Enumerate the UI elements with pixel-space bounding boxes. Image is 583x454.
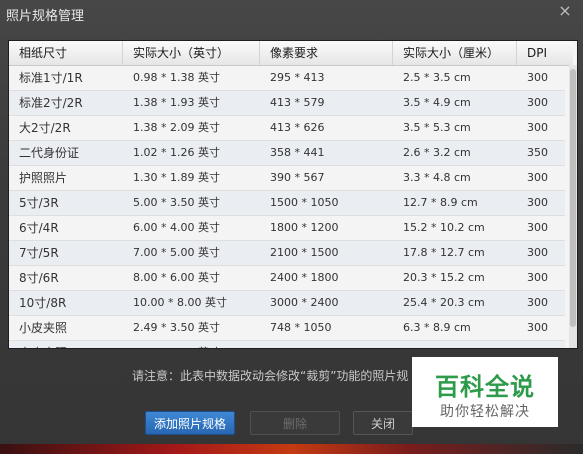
cell-paper-size: 大2寸/2R [19, 121, 71, 135]
cell-size-inch: 10.00 * 8.00 英寸 [133, 296, 227, 309]
cell-size-cm: 17.8 * 12.7 cm [403, 246, 485, 259]
cell-size-inch: 1.02 * 1.26 英寸 [133, 146, 220, 159]
cell-pixels: 2400 * 1800 [270, 271, 339, 284]
title-bar[interactable]: 照片规格管理 × [0, 0, 583, 30]
cell-pixels: 898 * 1200 [260, 341, 393, 348]
column-header-paper-size[interactable]: 相纸尺寸 [9, 41, 123, 65]
cell-dpi: 300 [527, 121, 548, 134]
table-row[interactable]: 5寸/3R 5.00 * 3.50 英寸 1500 * 1050 12.7 * 8.9… [9, 191, 565, 216]
cell-paper-size: 7寸/5R [19, 246, 59, 260]
cell-pixels: 748 * 1050 [270, 321, 332, 334]
vertical-scrollbar[interactable] [569, 65, 577, 348]
cell-dpi: 300 [527, 296, 548, 309]
cell-size-cm: 25.4 * 20.3 cm [403, 296, 485, 309]
cell-size-cm: 3.5 * 4.9 cm [403, 96, 471, 109]
delete-button[interactable]: 删除 [250, 411, 340, 435]
table-row[interactable]: 10寸/8R 10.00 * 8.00 英寸 3000 * 2400 25.4 * 2… [9, 291, 565, 316]
cell-size-inch: 2.99 * 4.00 英寸 [123, 341, 260, 348]
cell-size-inch: 1.30 * 1.89 英寸 [133, 171, 220, 184]
cell-dpi: 300 [517, 341, 565, 348]
watermark-logo: 百科全说 助你轻松解决 [412, 357, 558, 427]
cell-pixels: 390 * 567 [270, 171, 325, 184]
cell-size-inch: 7.00 * 5.00 英寸 [133, 246, 220, 259]
cell-paper-size: 标准1寸/1R [19, 71, 83, 85]
cell-dpi: 300 [527, 321, 548, 334]
photo-spec-dialog: 照片规格管理 × 相纸尺寸 实际大小（英寸） 像素要求 实际大小（厘米） DPI… [0, 0, 583, 454]
cell-size-inch: 0.98 * 1.38 英寸 [133, 71, 220, 84]
cell-pixels: 2100 * 1500 [270, 246, 339, 259]
column-header-size-cm[interactable]: 实际大小（厘米） [393, 41, 517, 65]
cell-size-inch: 8.00 * 6.00 英寸 [133, 271, 220, 284]
table-row[interactable]: 二代身份证 1.02 * 1.26 英寸 358 * 441 2.6 * 3.2 cm… [9, 141, 565, 166]
cell-paper-size: 标准2寸/2R [19, 96, 83, 110]
cell-size-inch: 1.38 * 2.09 英寸 [133, 121, 220, 134]
cell-size-cm: 15.2 * 10.2 cm [403, 221, 485, 234]
cell-paper-size: 二代身份证 [19, 146, 80, 160]
watermark-main-text: 百科全说 [435, 373, 535, 401]
table-row[interactable]: 6寸/4R 6.00 * 4.00 英寸 1800 * 1200 15.2 * 10.… [9, 216, 565, 241]
column-header-dpi[interactable]: DPI [517, 41, 565, 65]
cell-pixels: 1500 * 1050 [270, 196, 339, 209]
background-image-strip [0, 444, 583, 454]
cell-dpi: 300 [527, 96, 548, 109]
cell-size-inch: 2.49 * 3.50 英寸 [133, 321, 220, 334]
table-row[interactable]: 标准2寸/2R 1.38 * 1.93 英寸 413 * 579 3.5 * 4.9 … [9, 91, 565, 116]
table-row[interactable]: 大皮夹照2.99 * 4.00 英寸898 * 12007.6 * 10.2 c… [9, 341, 565, 348]
close-icon[interactable]: × [557, 3, 573, 19]
scrollbar-thumb[interactable] [570, 69, 576, 327]
cell-paper-size: 6寸/4R [19, 221, 59, 235]
cell-size-cm: 2.5 * 3.5 cm [403, 71, 471, 84]
cell-dpi: 300 [527, 171, 548, 184]
column-header-size-inch[interactable]: 实际大小（英寸） [123, 41, 260, 65]
cell-dpi: 350 [527, 146, 548, 159]
cell-dpi: 300 [527, 271, 548, 284]
notice-text: 请注意：此表中数据改动会修改“裁剪”功能的照片规 [132, 369, 409, 383]
watermark-sub-text: 助你轻松解决 [440, 404, 530, 420]
table-body: 标准1寸/1R 0.98 * 1.38 英寸 295 * 413 2.5 * 3.5 … [9, 66, 565, 348]
cell-size-cm: 6.3 * 8.9 cm [403, 321, 471, 334]
cell-size-cm: 3.5 * 5.3 cm [403, 121, 471, 134]
table-row[interactable]: 大2寸/2R 1.38 * 2.09 英寸 413 * 626 3.5 * 5.3 c… [9, 116, 565, 141]
cell-size-cm: 3.3 * 4.8 cm [403, 171, 471, 184]
cell-paper-size: 10寸/8R [19, 296, 67, 310]
cell-size-cm: 7.6 * 10.2 cm [393, 341, 517, 348]
table-row[interactable]: 小皮夹照 2.49 * 3.50 英寸 748 * 1050 6.3 * 8.9 cm… [9, 316, 565, 341]
cell-paper-size: 8寸/6R [19, 271, 59, 285]
dialog-title: 照片规格管理 [6, 9, 85, 24]
column-header-pixels[interactable]: 像素要求 [260, 41, 393, 65]
cell-paper-size: 大皮夹照 [9, 341, 123, 348]
cell-pixels: 3000 * 2400 [270, 296, 339, 309]
cell-dpi: 300 [527, 246, 548, 259]
cell-paper-size: 护照照片 [19, 171, 68, 185]
close-button[interactable]: 关闭 [353, 411, 413, 435]
spec-table: 相纸尺寸 实际大小（英寸） 像素要求 实际大小（厘米） DPI 标准1寸/1R 0… [8, 40, 578, 349]
cell-pixels: 295 * 413 [270, 71, 325, 84]
add-spec-button[interactable]: 添加照片规格 [145, 411, 235, 435]
cell-dpi: 300 [527, 221, 548, 234]
cell-dpi: 300 [527, 71, 548, 84]
cell-size-cm: 2.6 * 3.2 cm [403, 146, 471, 159]
table-row[interactable]: 护照照片 1.30 * 1.89 英寸 390 * 567 3.3 * 4.8 cm 3… [9, 166, 565, 191]
table-row[interactable]: 7寸/5R 7.00 * 5.00 英寸 2100 * 1500 17.8 * 12.… [9, 241, 565, 266]
cell-dpi: 300 [527, 196, 548, 209]
cell-size-cm: 20.3 * 15.2 cm [403, 271, 485, 284]
table-header: 相纸尺寸 实际大小（英寸） 像素要求 实际大小（厘米） DPI [9, 41, 573, 66]
cell-paper-size: 5寸/3R [19, 196, 59, 210]
cell-paper-size: 小皮夹照 [19, 321, 68, 335]
table-row[interactable]: 8寸/6R 8.00 * 6.00 英寸 2400 * 1800 20.3 * 15.… [9, 266, 565, 291]
cell-size-inch: 6.00 * 4.00 英寸 [133, 221, 220, 234]
cell-size-cm: 12.7 * 8.9 cm [403, 196, 478, 209]
table-row[interactable]: 标准1寸/1R 0.98 * 1.38 英寸 295 * 413 2.5 * 3.5 … [9, 66, 565, 91]
cell-pixels: 413 * 626 [270, 121, 325, 134]
cell-size-inch: 1.38 * 1.93 英寸 [133, 96, 220, 109]
cell-pixels: 358 * 441 [270, 146, 325, 159]
cell-size-inch: 5.00 * 3.50 英寸 [133, 196, 220, 209]
cell-pixels: 1800 * 1200 [270, 221, 339, 234]
cell-pixels: 413 * 579 [270, 96, 325, 109]
